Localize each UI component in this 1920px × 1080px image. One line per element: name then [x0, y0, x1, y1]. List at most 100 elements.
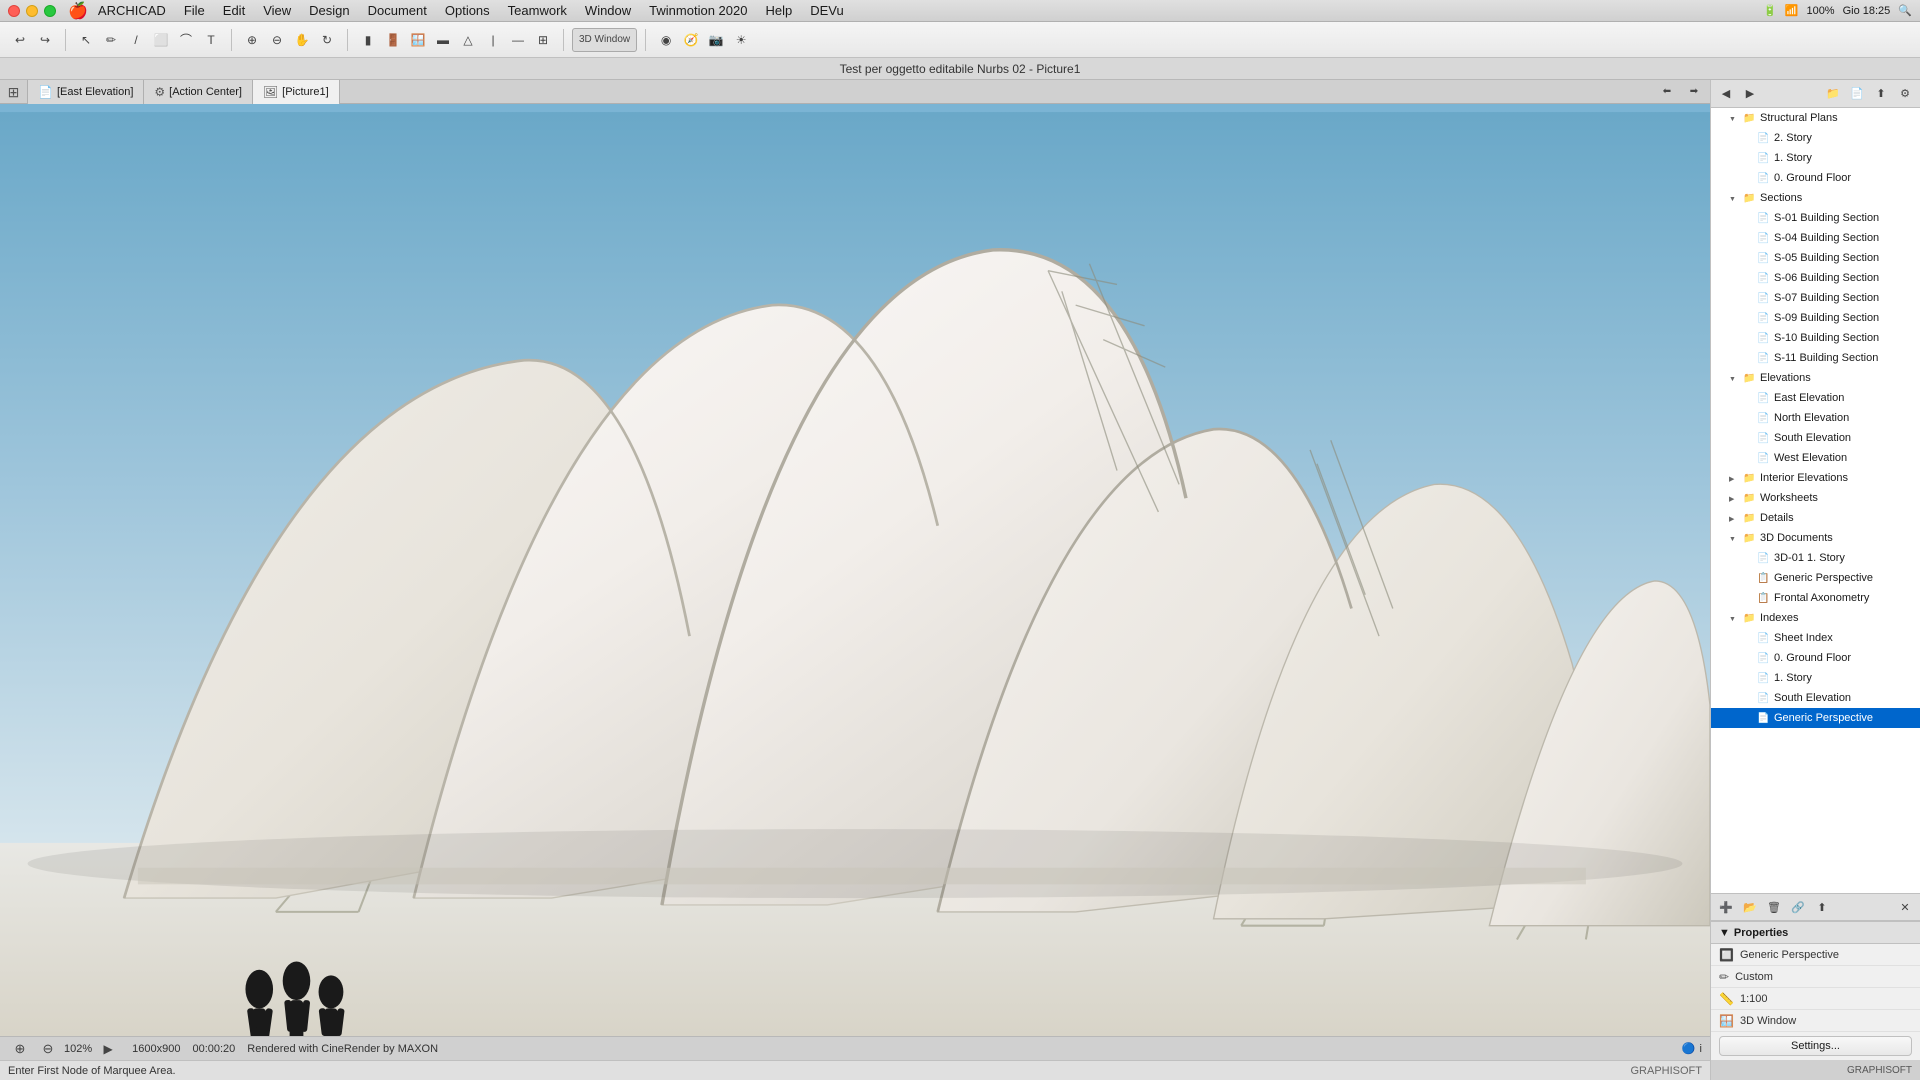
sun-button[interactable]: ☀ [729, 28, 753, 52]
menu-document[interactable]: Document [360, 1, 435, 20]
panel-settings[interactable]: ⚙ [1894, 83, 1916, 105]
expand-button[interactable]: ▶ [96, 1037, 120, 1061]
tree-item-worksheets[interactable]: 📁 Worksheets [1711, 488, 1920, 508]
zoom-fit-button[interactable]: ⊕ [8, 1037, 32, 1061]
wall-tool[interactable]: ▮ [356, 28, 380, 52]
arc-tool[interactable]: ⌒ [174, 28, 198, 52]
panel-action-delete[interactable]: 🗑 [1763, 896, 1785, 918]
settings-button[interactable]: Settings... [1719, 1036, 1912, 1056]
panel-action-close[interactable]: ✕ [1894, 896, 1916, 918]
camera-button[interactable]: 📷 [704, 28, 728, 52]
panel-action-link[interactable]: 🔗 [1787, 896, 1809, 918]
expand-structural-plans[interactable] [1729, 113, 1743, 123]
panel-action-new[interactable]: ➕ [1715, 896, 1737, 918]
close-button[interactable] [8, 5, 20, 17]
panel-import[interactable]: ⬆ [1870, 83, 1892, 105]
door-tool[interactable]: 🚪 [381, 28, 405, 52]
menu-design[interactable]: Design [301, 1, 357, 20]
tab-picture[interactable]: 🖼 [Picture1] [253, 80, 340, 104]
menu-edit[interactable]: Edit [215, 1, 253, 20]
expand-3d-docs[interactable] [1729, 533, 1743, 543]
tree-item-indexes[interactable]: 📁 Indexes [1711, 608, 1920, 628]
slab-tool[interactable]: ▬ [431, 28, 455, 52]
rotate-tool[interactable]: ↻ [315, 28, 339, 52]
menu-twinmotion[interactable]: Twinmotion 2020 [641, 1, 755, 20]
roof-tool[interactable]: △ [456, 28, 480, 52]
tree-item-east-elev[interactable]: 📄 East Elevation [1711, 388, 1920, 408]
menu-view[interactable]: View [255, 1, 299, 20]
tree-item-interior-elevations[interactable]: 📁 Interior Elevations [1711, 468, 1920, 488]
tree-container[interactable]: 📁 Structural Plans 📄 2. Story 📄 1. Story… [1711, 108, 1920, 893]
menu-archicad[interactable]: ARCHICAD [90, 1, 174, 20]
tree-item-ground-floor[interactable]: 📄 0. Ground Floor [1711, 168, 1920, 188]
grid-layout-icon[interactable]: ⊞ [0, 80, 28, 104]
tree-item-2story[interactable]: 📄 2. Story [1711, 128, 1920, 148]
tree-item-sheet-index[interactable]: 📄 Sheet Index [1711, 628, 1920, 648]
minimize-button[interactable] [26, 5, 38, 17]
expand-interior-elevations[interactable] [1729, 473, 1743, 483]
window-tool[interactable]: 🪟 [406, 28, 430, 52]
tree-item-3d01[interactable]: 📄 3D-01 1. Story [1711, 548, 1920, 568]
pencil-tool[interactable]: ✏ [99, 28, 123, 52]
tree-item-s07[interactable]: 📄 S-07 Building Section [1711, 288, 1920, 308]
tree-item-s05[interactable]: 📄 S-05 Building Section [1711, 248, 1920, 268]
undo-button[interactable]: ↩ [8, 28, 32, 52]
zoom-in-tool[interactable]: ⊕ [240, 28, 264, 52]
tree-item-1story[interactable]: 📄 1. Story [1711, 148, 1920, 168]
menu-teamwork[interactable]: Teamwork [500, 1, 575, 20]
tree-item-generic-perspective[interactable]: 📋 Generic Perspective [1711, 568, 1920, 588]
tree-item-s10[interactable]: 📄 S-10 Building Section [1711, 328, 1920, 348]
tree-item-s11[interactable]: 📄 S-11 Building Section [1711, 348, 1920, 368]
expand-indexes[interactable] [1729, 613, 1743, 623]
tree-item-south-idx[interactable]: 📄 South Elevation [1711, 688, 1920, 708]
properties-row-custom[interactable]: ✏ Custom [1711, 966, 1920, 988]
render-button[interactable]: ◉ [654, 28, 678, 52]
tree-item-generic-perspective-idx[interactable]: 📄 Generic Perspective [1711, 708, 1920, 728]
text-tool[interactable]: T [199, 28, 223, 52]
tree-item-south-elev[interactable]: 📄 South Elevation [1711, 428, 1920, 448]
3d-viewport[interactable] [0, 104, 1710, 1036]
menu-devu[interactable]: DEVu [802, 1, 851, 20]
tab-east-elevation[interactable]: 📄 [East Elevation] [28, 80, 144, 104]
tab-nav-left[interactable]: ⬅ [1655, 80, 1679, 104]
pan-tool[interactable]: ✋ [290, 28, 314, 52]
zoom-level-toggle[interactable]: ⊖ [36, 1037, 60, 1061]
menu-help[interactable]: Help [757, 1, 800, 20]
tree-item-elevations[interactable]: 📁 Elevations [1711, 368, 1920, 388]
tree-item-sections[interactable]: 📁 Sections [1711, 188, 1920, 208]
tree-item-west-elev[interactable]: 📄 West Elevation [1711, 448, 1920, 468]
panel-forward-button[interactable]: ▶ [1739, 83, 1761, 105]
tab-action-center[interactable]: ⚙ [Action Center] [144, 80, 253, 104]
expand-worksheets[interactable] [1729, 493, 1743, 503]
panel-action-export[interactable]: ⬆ [1811, 896, 1833, 918]
apple-menu-icon[interactable]: 🍎 [68, 1, 88, 21]
redo-button[interactable]: ↪ [33, 28, 57, 52]
panel-action-open[interactable]: 📂 [1739, 896, 1761, 918]
tab-nav-right[interactable]: ➡ [1682, 80, 1706, 104]
expand-sections[interactable] [1729, 193, 1743, 203]
expand-elevations[interactable] [1729, 373, 1743, 383]
menu-file[interactable]: File [176, 1, 213, 20]
maximize-button[interactable] [44, 5, 56, 17]
search-icon[interactable]: 🔍 [1898, 4, 1912, 17]
tree-item-s04[interactable]: 📄 S-04 Building Section [1711, 228, 1920, 248]
stair-tool[interactable]: ⊞ [531, 28, 555, 52]
column-tool[interactable]: | [481, 28, 505, 52]
tree-item-1story-idx[interactable]: 📄 1. Story [1711, 668, 1920, 688]
3d-window-button[interactable]: 3D Window [572, 28, 637, 52]
arrow-tool[interactable]: ↖ [74, 28, 98, 52]
tree-item-structural-plans[interactable]: 📁 Structural Plans [1711, 108, 1920, 128]
menu-options[interactable]: Options [437, 1, 498, 20]
expand-details[interactable] [1729, 513, 1743, 523]
menu-window[interactable]: Window [577, 1, 639, 20]
tree-item-s01[interactable]: 📄 S-01 Building Section [1711, 208, 1920, 228]
tree-item-ground-floor-idx[interactable]: 📄 0. Ground Floor [1711, 648, 1920, 668]
zoom-out-tool[interactable]: ⊖ [265, 28, 289, 52]
beam-tool[interactable]: — [506, 28, 530, 52]
tree-item-3d-documents[interactable]: 📁 3D Documents [1711, 528, 1920, 548]
line-tool[interactable]: / [124, 28, 148, 52]
panel-new-doc[interactable]: 📄 [1846, 83, 1868, 105]
tree-item-north-elev[interactable]: 📄 North Elevation [1711, 408, 1920, 428]
3d-nav-button[interactable]: 🧭 [679, 28, 703, 52]
shape-tool[interactable]: ⬜ [149, 28, 173, 52]
